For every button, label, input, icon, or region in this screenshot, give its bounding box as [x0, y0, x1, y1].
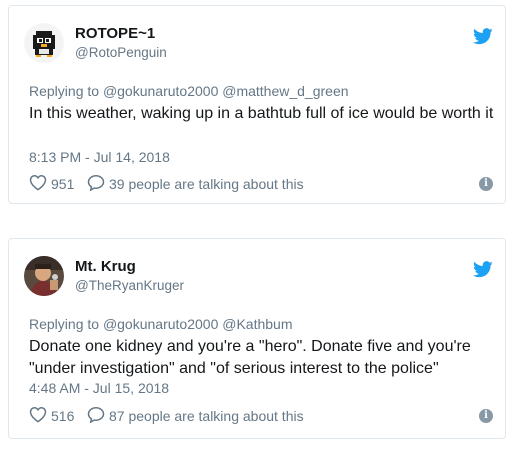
user-handle[interactable]: @RotoPenguin	[75, 45, 167, 60]
conversation-count: 39 people are talking about this	[109, 176, 304, 192]
like-button[interactable]: 951	[29, 174, 74, 194]
twitter-bird-icon[interactable]	[473, 261, 493, 278]
reply-to-users[interactable]: @gokunaruto2000 @Kathbum	[103, 316, 293, 332]
speech-bubble-icon	[87, 406, 109, 426]
reply-context: Replying to @gokunaruto2000 @matthew_d_g…	[29, 83, 349, 99]
like-count: 951	[51, 176, 75, 192]
tweet-card: Mt. Krug @TheRyanKruger Replying to @gok…	[8, 238, 506, 439]
reply-prefix: Replying to	[29, 83, 100, 99]
info-icon[interactable]: i	[479, 177, 493, 191]
conversation-link[interactable]: 39 people are talking about this	[87, 174, 304, 194]
reply-prefix: Replying to	[29, 316, 100, 332]
tweet-text: Donate one kidney and you're a "hero". D…	[29, 338, 471, 377]
display-name[interactable]: ROTOPE~1	[75, 25, 155, 42]
conversation-count: 87 people are talking about this	[109, 408, 304, 424]
like-button[interactable]: 516	[29, 406, 74, 426]
like-count: 516	[51, 408, 75, 424]
heart-icon	[29, 406, 51, 426]
tweet-timestamp[interactable]: 8:13 PM - Jul 14, 2018	[29, 149, 170, 165]
tweet-actions: 516 87 people are talking about this i	[29, 406, 493, 428]
tweet-actions: 951 39 people are talking about this i	[29, 174, 493, 196]
tweet-card: ROTOPE~1 @RotoPenguin Replying to @gokun…	[8, 5, 506, 204]
tweet-text: In this weather, waking up in a bathtub …	[29, 105, 494, 122]
avatar[interactable]	[24, 256, 64, 296]
user-handle[interactable]: @TheRyanKruger	[75, 278, 184, 293]
info-icon[interactable]: i	[479, 409, 493, 423]
avatar[interactable]	[24, 23, 64, 63]
reply-to-users[interactable]: @gokunaruto2000 @matthew_d_green	[103, 83, 349, 99]
twitter-bird-icon[interactable]	[473, 28, 493, 45]
conversation-link[interactable]: 87 people are talking about this	[87, 406, 304, 426]
heart-icon	[29, 174, 51, 194]
tweet-timestamp[interactable]: 4:48 AM - Jul 15, 2018	[29, 380, 169, 396]
reply-context: Replying to @gokunaruto2000 @Kathbum	[29, 316, 292, 332]
speech-bubble-icon	[87, 174, 109, 194]
display-name[interactable]: Mt. Krug	[75, 258, 136, 275]
